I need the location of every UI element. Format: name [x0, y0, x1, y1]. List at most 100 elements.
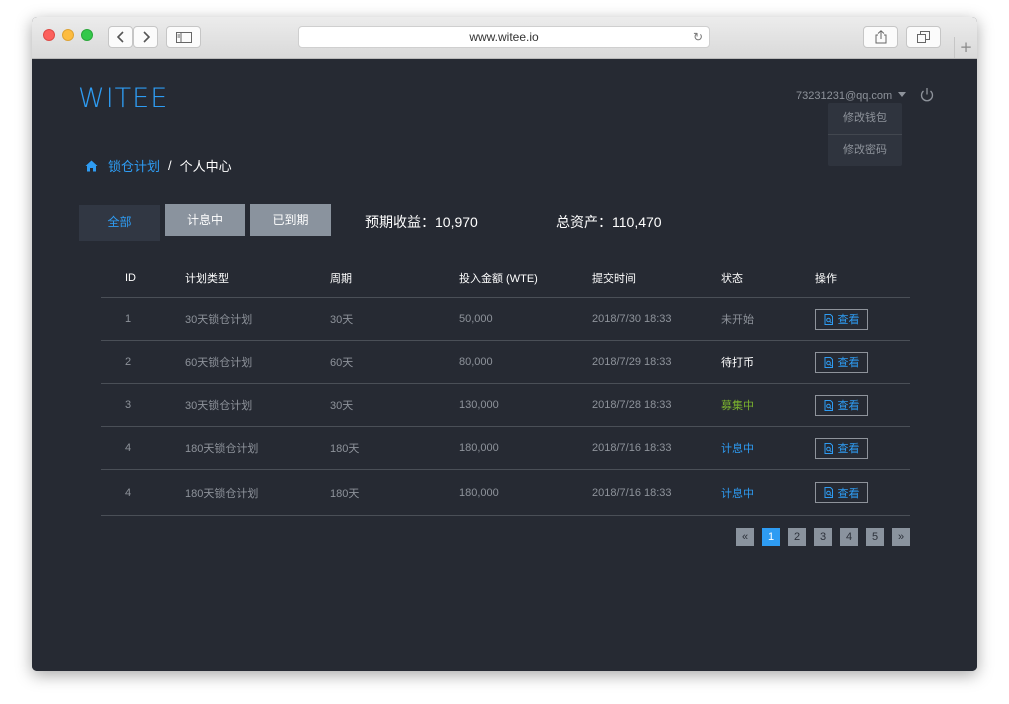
table-row: 2 60天锁仓计划 60天 80,000 2018/7/29 18:33 待打币…: [101, 340, 910, 384]
cell-action: 查看: [814, 340, 910, 384]
change-wallet-item[interactable]: 修改钱包: [828, 103, 902, 134]
user-email: 73231231@qq.com: [796, 90, 893, 102]
view-button[interactable]: 查看: [815, 437, 868, 459]
cell-amount: 180,000: [458, 469, 591, 516]
view-button[interactable]: 查看: [815, 394, 868, 416]
browser-titlebar: www.witee.io ↻ +: [32, 17, 977, 59]
cell-id: 2: [101, 340, 184, 384]
view-button[interactable]: 查看: [815, 351, 868, 373]
view-doc-icon: [824, 399, 833, 411]
breadcrumb-current: 个人中心: [179, 159, 232, 174]
view-button-label: 查看: [837, 400, 860, 412]
cell-amount: 180,000: [458, 426, 591, 470]
header-period: 周期: [329, 259, 458, 298]
new-tab-button[interactable]: +: [954, 37, 977, 58]
chevron-right-icon: [142, 31, 150, 43]
user-menu[interactable]: 73231231@qq.com: [796, 90, 907, 102]
reload-icon[interactable]: ↻: [693, 27, 703, 47]
view-doc-icon: [824, 487, 833, 498]
tabs-icon: [917, 31, 930, 43]
sidebar-icon: [175, 31, 192, 43]
share-button[interactable]: [863, 26, 898, 48]
cell-amount: 50,000: [458, 297, 591, 341]
pagination-prev[interactable]: «: [736, 528, 754, 546]
header-action: 操作: [814, 259, 910, 298]
browser-window: www.witee.io ↻ + WITEE 73231231@qq.com 修…: [32, 17, 977, 671]
logo-text: WITEE: [78, 83, 169, 114]
pagination-page-3[interactable]: 3: [814, 528, 832, 546]
home-icon[interactable]: [85, 160, 98, 172]
header-submit-time: 提交时间: [591, 259, 720, 298]
sidebar-toggle-button[interactable]: [166, 26, 201, 48]
cell-action: 查看: [814, 383, 910, 427]
table-row: 4 180天锁仓计划 180天 180,000 2018/7/16 18:33 …: [101, 426, 910, 470]
table-row: 3 30天锁仓计划 30天 130,000 2018/7/28 18:33 募集…: [101, 383, 910, 427]
forward-button[interactable]: [133, 26, 158, 48]
cell-action: 查看: [814, 297, 910, 341]
caret-down-icon: [898, 92, 907, 97]
breadcrumb-separator: /: [168, 158, 172, 173]
pagination-page-1[interactable]: 1: [762, 528, 780, 546]
tabs-overview-button[interactable]: [906, 26, 941, 48]
cell-submit-time: 2018/7/16 18:33: [591, 426, 720, 470]
plan-table: ID 计划类型 周期 投入金额 (WTE) 提交时间 状态 操作 1 30天锁仓…: [101, 259, 910, 516]
view-button-label: 查看: [837, 443, 860, 455]
url-text: www.witee.io: [469, 30, 539, 44]
view-doc-icon: [824, 356, 833, 368]
maximize-window-button[interactable]: [81, 29, 93, 41]
cell-action: 查看: [814, 469, 910, 516]
filter-all-tab[interactable]: 全部: [79, 205, 160, 241]
witee-logo[interactable]: WITEE: [78, 83, 168, 114]
view-button[interactable]: 查看: [815, 482, 868, 503]
cell-period: 30天: [329, 383, 458, 427]
cell-id: 4: [101, 469, 184, 516]
cell-submit-time: 2018/7/30 18:33: [591, 297, 720, 341]
pagination-page-4[interactable]: 4: [840, 528, 858, 546]
pagination-page-2[interactable]: 2: [788, 528, 806, 546]
power-icon[interactable]: [919, 87, 935, 103]
header-status: 状态: [720, 259, 814, 298]
filter-due-tab[interactable]: 已到期: [250, 204, 331, 236]
view-doc-icon: [824, 313, 833, 325]
view-button-label: 查看: [837, 314, 860, 326]
view-button[interactable]: 查看: [815, 308, 868, 330]
table-header-row: ID 计划类型 周期 投入金额 (WTE) 提交时间 状态 操作: [101, 259, 910, 298]
cell-plan-type: 60天锁仓计划: [184, 340, 329, 384]
cell-submit-time: 2018/7/29 18:33: [591, 340, 720, 384]
total-assets: 总资产：110,470: [556, 214, 662, 230]
back-button[interactable]: [108, 26, 133, 48]
breadcrumb-link-lock-plan[interactable]: 锁仓计划: [108, 156, 160, 175]
cell-plan-type: 30天锁仓计划: [184, 383, 329, 427]
pagination-next[interactable]: »: [892, 528, 910, 546]
view-button-label: 查看: [837, 357, 860, 369]
cell-id: 1: [101, 297, 184, 341]
cell-id: 4: [101, 426, 184, 470]
cell-status: 未开始: [720, 297, 814, 341]
change-password-item[interactable]: 修改密码: [828, 135, 902, 166]
cell-status: 待打币: [720, 340, 814, 384]
table-row: 4 180天锁仓计划 180天 180,000 2018/7/16 18:33 …: [101, 469, 910, 516]
minimize-window-button[interactable]: [62, 29, 74, 41]
cell-period: 30天: [329, 297, 458, 341]
share-icon: [875, 30, 886, 44]
page-content: WITEE 73231231@qq.com 修改钱包 修改密码 锁仓计划 / 个…: [32, 59, 977, 671]
address-bar[interactable]: www.witee.io ↻: [298, 26, 710, 48]
filter-interest-tab[interactable]: 计息中: [165, 204, 245, 236]
cell-submit-time: 2018/7/28 18:33: [591, 383, 720, 427]
chevron-left-icon: [116, 31, 124, 43]
close-window-button[interactable]: [43, 29, 55, 41]
cell-status: 计息中: [720, 426, 814, 470]
cell-plan-type: 180天锁仓计划: [184, 469, 329, 516]
pagination-page-5[interactable]: 5: [866, 528, 884, 546]
expected-income: 预期收益：10,970: [365, 214, 478, 230]
cell-status: 募集中: [720, 383, 814, 427]
cell-plan-type: 30天锁仓计划: [184, 297, 329, 341]
cell-amount: 130,000: [458, 383, 591, 427]
cell-action: 查看: [814, 426, 910, 470]
header-id: ID: [101, 259, 184, 298]
pagination: « 1 2 3 4 5 »: [736, 528, 910, 546]
cell-amount: 80,000: [458, 340, 591, 384]
breadcrumb: 锁仓计划 / 个人中心: [85, 156, 232, 175]
cell-period: 60天: [329, 340, 458, 384]
user-dropdown: 修改钱包 修改密码: [828, 103, 902, 166]
